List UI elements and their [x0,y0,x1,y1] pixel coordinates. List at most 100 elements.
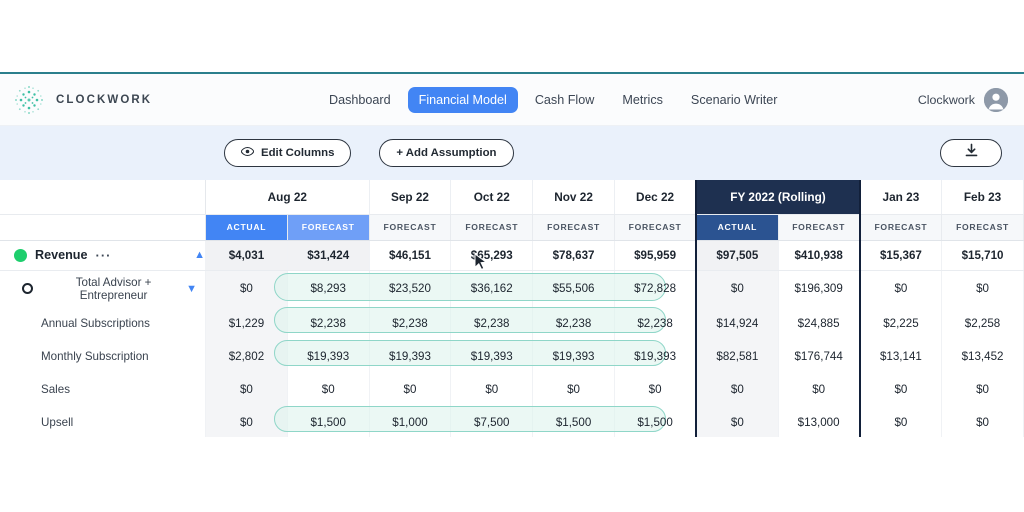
cell-advisor-dec[interactable]: $72,828 [614,270,697,307]
cell-revenue-feb[interactable]: $15,710 [941,240,1024,271]
cell-advisor-sep[interactable]: $23,520 [369,270,452,307]
cell-advisor-nov[interactable]: $55,506 [532,270,615,307]
chevron-down-icon[interactable]: ▼ [186,283,197,295]
cell-upsell-aug-actual[interactable]: $0 [205,406,288,439]
cell-sales-feb[interactable]: $0 [941,373,1024,406]
cell-annual-aug-forecast[interactable]: $2,238 [287,307,370,340]
cell-sales-fy-actual[interactable]: $0 [695,373,779,406]
cell-upsell-aug-forecast[interactable]: $1,500 [287,406,370,439]
cell-upsell-oct[interactable]: $7,500 [450,406,534,439]
cell-monthly-fy-actual[interactable]: $82,581 [695,340,779,373]
subheader-dec-forecast[interactable]: FORECAST [614,214,697,241]
cell-sales-jan[interactable]: $0 [859,373,943,406]
cell-upsell-nov[interactable]: $1,500 [532,406,615,439]
cell-upsell-jan[interactable]: $0 [859,406,943,439]
cell-monthly-aug-actual[interactable]: $2,802 [205,340,288,373]
cell-upsell-sep[interactable]: $1,000 [369,406,452,439]
period-header-sep-22[interactable]: Sep 22 [369,180,452,215]
cell-advisor-aug-actual[interactable]: $0 [205,270,288,307]
nav-item-cash-flow[interactable]: Cash Flow [524,87,606,113]
cell-upsell-fy-actual[interactable]: $0 [695,406,779,439]
cell-upsell-fy-forecast[interactable]: $13,000 [778,406,861,439]
cell-advisor-feb[interactable]: $0 [941,270,1024,307]
subheader-sep-forecast[interactable]: FORECAST [369,214,452,241]
cell-advisor-aug-forecast[interactable]: $8,293 [287,270,370,307]
cell-revenue-oct[interactable]: $65,293 [450,240,534,271]
cell-sales-sep[interactable]: $0 [369,373,452,406]
download-button[interactable] [940,139,1002,167]
cell-annual-fy-forecast[interactable]: $24,885 [778,307,861,340]
chevron-up-icon[interactable]: ▲ [194,249,205,261]
cell-sales-nov[interactable]: $0 [532,373,615,406]
cell-advisor-fy-actual[interactable]: $0 [695,270,779,307]
period-header-oct-22[interactable]: Oct 22 [450,180,534,215]
cell-sales-fy-forecast[interactable]: $0 [778,373,861,406]
cell-advisor-fy-forecast[interactable]: $196,309 [778,270,861,307]
table-row-monthly-subscription[interactable]: Monthly Subscription $2,802 $19,393 $19,… [0,340,1024,373]
cell-revenue-dec[interactable]: $95,959 [614,240,697,271]
cell-revenue-sep[interactable]: $46,151 [369,240,452,271]
cell-annual-dec[interactable]: $2,238 [614,307,697,340]
cell-annual-jan[interactable]: $2,225 [859,307,943,340]
cell-annual-fy-actual[interactable]: $14,924 [695,307,779,340]
cell-annual-feb[interactable]: $2,258 [941,307,1024,340]
cell-annual-oct[interactable]: $2,238 [450,307,534,340]
cell-annual-sep[interactable]: $2,238 [369,307,452,340]
row-label-upsell[interactable]: Upsell [0,406,207,439]
period-header-jan-23[interactable]: Jan 23 [859,180,943,215]
nav-item-financial-model[interactable]: Financial Model [407,87,518,113]
cell-revenue-aug-actual[interactable]: $4,031 [205,240,288,271]
table-row-sales[interactable]: Sales $0 $0 $0 $0 $0 $0 $0 $0 $0 $0 [0,373,1024,406]
row-label-annual-subscriptions[interactable]: Annual Subscriptions [0,307,207,340]
cell-annual-nov[interactable]: $2,238 [532,307,615,340]
period-header-aug-22[interactable]: Aug 22 [205,180,370,215]
cell-monthly-jan[interactable]: $13,141 [859,340,943,373]
cell-revenue-fy-forecast[interactable]: $410,938 [778,240,861,271]
cell-advisor-oct[interactable]: $36,162 [450,270,534,307]
cell-upsell-dec[interactable]: $1,500 [614,406,697,439]
subheader-jan-forecast[interactable]: FORECAST [859,214,943,241]
subheader-fy-forecast[interactable]: FORECAST [778,214,861,241]
cell-sales-aug-actual[interactable]: $0 [205,373,288,406]
more-options-icon[interactable]: ··· [96,248,112,263]
period-header-fy-2022[interactable]: FY 2022 (Rolling) [695,180,861,215]
cell-revenue-jan[interactable]: $15,367 [859,240,943,271]
row-label-total-advisor-entrepreneur[interactable]: Total Advisor + Entrepreneur ▼ [0,270,207,307]
cell-revenue-aug-forecast[interactable]: $31,424 [287,240,370,271]
row-label-sales[interactable]: Sales [0,373,207,406]
cell-monthly-aug-forecast[interactable]: $19,393 [287,340,370,373]
period-header-dec-22[interactable]: Dec 22 [614,180,697,215]
cell-sales-oct[interactable]: $0 [450,373,534,406]
user-avatar-icon[interactable] [984,88,1008,112]
subheader-aug-actual[interactable]: ACTUAL [205,214,288,241]
subheader-fy-actual[interactable]: ACTUAL [695,214,779,241]
cell-advisor-jan[interactable]: $0 [859,270,943,307]
table-row-total-advisor-entrepreneur[interactable]: Total Advisor + Entrepreneur ▼ $0 $8,293… [0,270,1024,307]
nav-item-dashboard[interactable]: Dashboard [318,87,402,113]
cell-monthly-dec[interactable]: $19,393 [614,340,697,373]
cell-sales-dec[interactable]: $0 [614,373,697,406]
cell-annual-aug-actual[interactable]: $1,229 [205,307,288,340]
settings-ring-icon[interactable] [22,283,33,295]
subheader-feb-forecast[interactable]: FORECAST [941,214,1024,241]
cell-sales-aug-forecast[interactable]: $0 [287,373,370,406]
table-row-annual-subscriptions[interactable]: Annual Subscriptions $1,229 $2,238 $2,23… [0,307,1024,340]
subheader-nov-forecast[interactable]: FORECAST [532,214,615,241]
cell-monthly-sep[interactable]: $19,393 [369,340,452,373]
add-assumption-button[interactable]: + Add Assumption [379,139,514,167]
row-label-monthly-subscription[interactable]: Monthly Subscription [0,340,207,373]
nav-item-scenario-writer[interactable]: Scenario Writer [680,87,789,113]
edit-columns-button[interactable]: Edit Columns [224,139,352,167]
user-menu[interactable]: Clockwork [918,74,1008,126]
period-header-nov-22[interactable]: Nov 22 [532,180,615,215]
nav-item-metrics[interactable]: Metrics [611,87,674,113]
subheader-aug-forecast[interactable]: FORECAST [287,214,370,241]
brand-logo-group[interactable]: CLOCKWORK [12,83,312,117]
cell-revenue-fy-actual[interactable]: $97,505 [695,240,779,271]
cell-revenue-nov[interactable]: $78,637 [532,240,615,271]
cell-upsell-feb[interactable]: $0 [941,406,1024,439]
cell-monthly-fy-forecast[interactable]: $176,744 [778,340,861,373]
row-label-revenue[interactable]: Revenue ··· ▲ [0,240,207,271]
cell-monthly-oct[interactable]: $19,393 [450,340,534,373]
cell-monthly-feb[interactable]: $13,452 [941,340,1024,373]
